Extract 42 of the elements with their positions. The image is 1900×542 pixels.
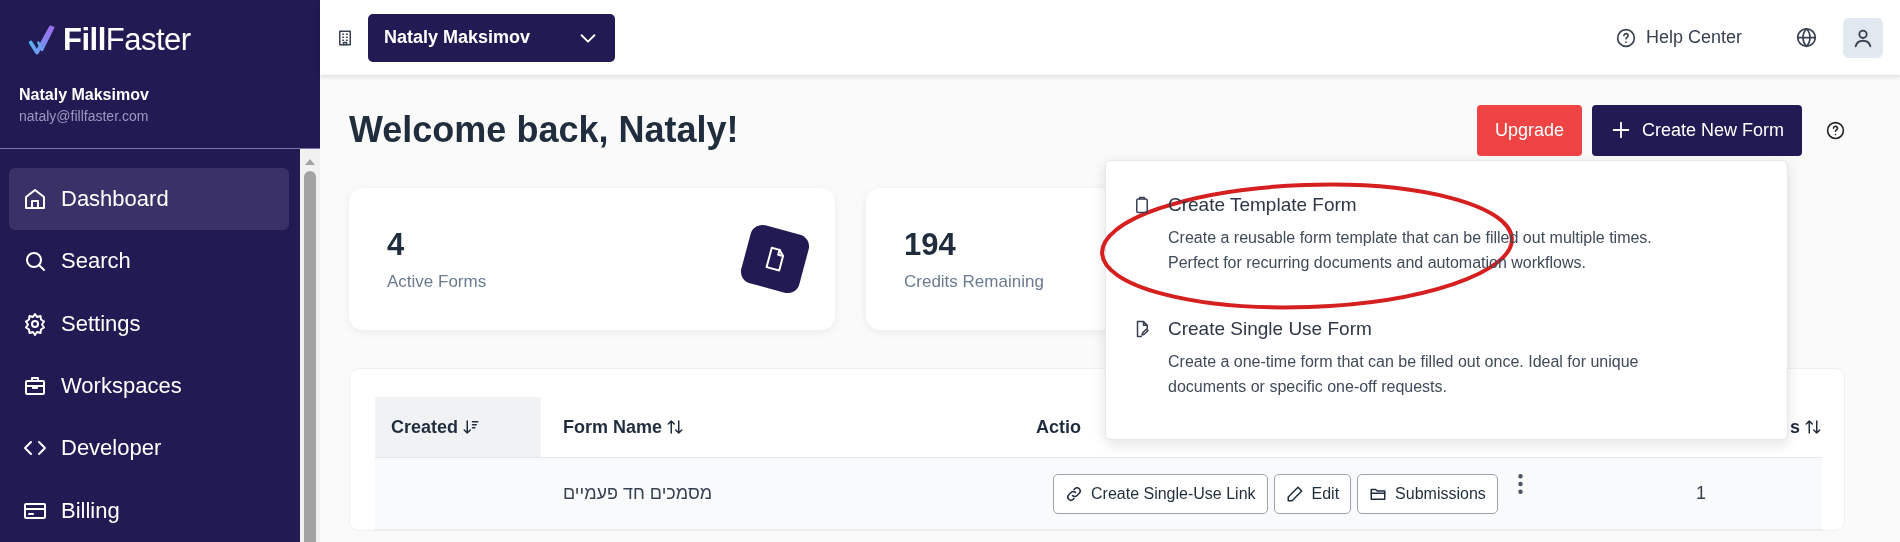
column-header[interactable]: Created — [391, 416, 481, 438]
user-avatar-button[interactable] — [1843, 17, 1883, 58]
search-icon — [23, 249, 47, 274]
submissions-button[interactable]: Submissions — [1357, 473, 1498, 514]
pencil-icon — [1285, 484, 1304, 503]
clipboard-icon — [1133, 196, 1151, 214]
sidebar-item[interactable]: Settings — [9, 292, 289, 355]
help-icon — [1615, 27, 1636, 48]
upgrade-button[interactable]: Upgrade — [1476, 104, 1582, 156]
column-header[interactable]: s — [1790, 416, 1822, 438]
edit-button[interactable]: Edit — [1273, 473, 1352, 514]
stat-label: Active Forms — [387, 271, 487, 292]
sidebar-item[interactable]: Billing — [9, 479, 289, 542]
sidebar-item[interactable]: Search — [9, 230, 289, 293]
help-center-link[interactable]: Help Center — [1609, 26, 1748, 49]
stat-label: Credits Remaining — [904, 271, 1044, 292]
globe-icon — [1796, 27, 1817, 48]
create-new-form-button[interactable]: Create New Form — [1591, 104, 1802, 156]
column-header[interactable]: Form Name — [563, 416, 685, 438]
create-link-button[interactable]: Create Single-Use Link — [1053, 473, 1268, 514]
menu-item[interactable]: Create Single Use Form Create a one-time form that can be filled out once. Ideal for unique documents or specific one-off requests. — [1133, 318, 1767, 399]
stat-value: 4 — [387, 226, 405, 263]
check-logo-icon — [27, 25, 57, 55]
table-cell: 1 — [1651, 458, 1822, 530]
sidebar-item[interactable]: Workspaces — [9, 355, 289, 418]
scrollbar[interactable] — [300, 149, 320, 542]
sidebar-item[interactable]: Dashboard — [9, 168, 289, 231]
workspace-dropdown[interactable]: Nataly Maksimov — [368, 13, 615, 62]
stat-value: 194 — [904, 226, 956, 263]
user-name: Nataly Maksimov — [19, 86, 150, 104]
user-email: nataly@fillfaster.com — [19, 108, 150, 124]
link-icon — [1065, 484, 1083, 503]
sidebar-item[interactable]: Developer — [9, 417, 289, 480]
home-icon — [23, 187, 47, 212]
settings-icon — [23, 311, 47, 336]
kebab-icon — [1517, 473, 1523, 494]
page-title: Welcome back, Nataly! — [349, 109, 740, 151]
column-header[interactable]: Actio — [1036, 416, 1081, 438]
help-icon — [1826, 120, 1845, 140]
table-cell: מסמכים חד פעמיים — [541, 458, 1031, 530]
language-button[interactable] — [1796, 27, 1817, 48]
app-logo: FillFaster — [63, 22, 191, 58]
